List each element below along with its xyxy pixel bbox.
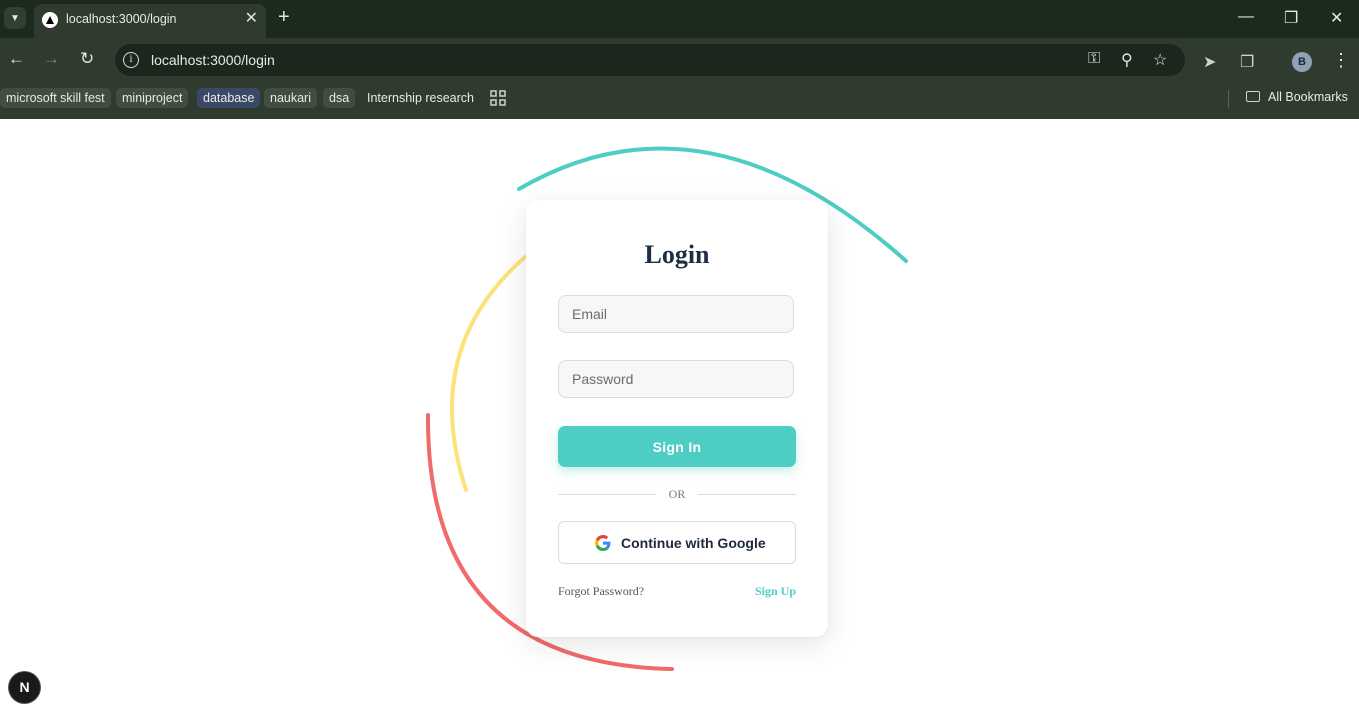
- back-icon[interactable]: ←: [8, 50, 25, 68]
- bookmark-miniproject[interactable]: miniproject: [116, 88, 189, 108]
- all-bookmarks-label: All Bookmarks: [1268, 90, 1348, 104]
- login-page: Login Sign In OR Continue with Google Fo…: [0, 119, 1359, 717]
- extension-send-icon[interactable]: ➤: [1203, 52, 1216, 72]
- tab-strip: ▼ localhost:3000/login ✕ + — ❐ ✕: [0, 0, 1359, 38]
- address-bar[interactable]: i localhost:3000/login ⚿ ⚲ ☆: [115, 44, 1185, 76]
- bookmark-internship-research[interactable]: Internship research: [361, 88, 480, 108]
- new-tab-icon[interactable]: +: [278, 7, 290, 27]
- nextjs-favicon-icon: [42, 12, 58, 28]
- bookmarks-bar: microsoft skill fest miniproject databas…: [0, 82, 1359, 119]
- site-info-icon[interactable]: i: [123, 52, 139, 68]
- password-key-icon[interactable]: ⚿: [1088, 50, 1100, 68]
- close-tab-icon[interactable]: ✕: [245, 10, 258, 28]
- minimize-icon[interactable]: —: [1238, 8, 1254, 26]
- or-divider-text: OR: [668, 487, 686, 501]
- password-input[interactable]: [558, 360, 794, 398]
- or-divider-right: [698, 494, 796, 495]
- zoom-icon[interactable]: ⚲: [1121, 50, 1133, 70]
- tab-title: localhost:3000/login: [66, 12, 177, 26]
- profile-avatar[interactable]: B: [1292, 52, 1312, 72]
- nextjs-dev-indicator[interactable]: N: [9, 672, 40, 703]
- extensions-puzzle-icon[interactable]: ❐: [1240, 52, 1254, 72]
- bookmark-naukari[interactable]: naukari: [264, 88, 317, 108]
- close-window-icon[interactable]: ✕: [1330, 8, 1343, 28]
- google-sign-in-button[interactable]: Continue with Google: [558, 521, 796, 564]
- more-menu-icon[interactable]: ⋮: [1332, 50, 1350, 71]
- apps-grid-icon[interactable]: [490, 90, 506, 106]
- google-logo-icon: [595, 535, 611, 551]
- or-divider-left: [558, 494, 656, 495]
- bookmarks-divider: [1228, 90, 1229, 108]
- google-button-label: Continue with Google: [621, 535, 766, 551]
- url-text[interactable]: localhost:3000/login: [151, 52, 275, 68]
- bookmark-database[interactable]: database: [197, 88, 261, 108]
- login-card: Login Sign In OR Continue with Google Fo…: [526, 200, 828, 637]
- sign-up-link[interactable]: Sign Up: [755, 584, 796, 599]
- browser-toolbar: ← → ↻ i localhost:3000/login ⚿ ⚲ ☆ ➤ ❐ B…: [0, 38, 1359, 82]
- bookmark-star-icon[interactable]: ☆: [1153, 50, 1167, 70]
- folder-icon: [1246, 91, 1260, 102]
- all-bookmarks-button[interactable]: All Bookmarks: [1246, 90, 1348, 104]
- reload-icon[interactable]: ↻: [80, 50, 94, 68]
- yellow-arc: [450, 255, 527, 492]
- login-title: Login: [644, 240, 710, 269]
- bookmark-dsa[interactable]: dsa: [323, 88, 356, 108]
- active-tab[interactable]: localhost:3000/login ✕: [34, 4, 266, 38]
- sign-in-button[interactable]: Sign In: [558, 426, 796, 467]
- forward-icon[interactable]: →: [43, 50, 60, 68]
- bookmark-microsoft-skill-fest[interactable]: microsoft skill fest: [0, 88, 111, 108]
- forgot-password-link[interactable]: Forgot Password?: [558, 584, 644, 599]
- email-input[interactable]: [558, 295, 794, 333]
- restore-icon[interactable]: ❐: [1284, 8, 1298, 28]
- tab-search-button[interactable]: ▼: [4, 7, 26, 29]
